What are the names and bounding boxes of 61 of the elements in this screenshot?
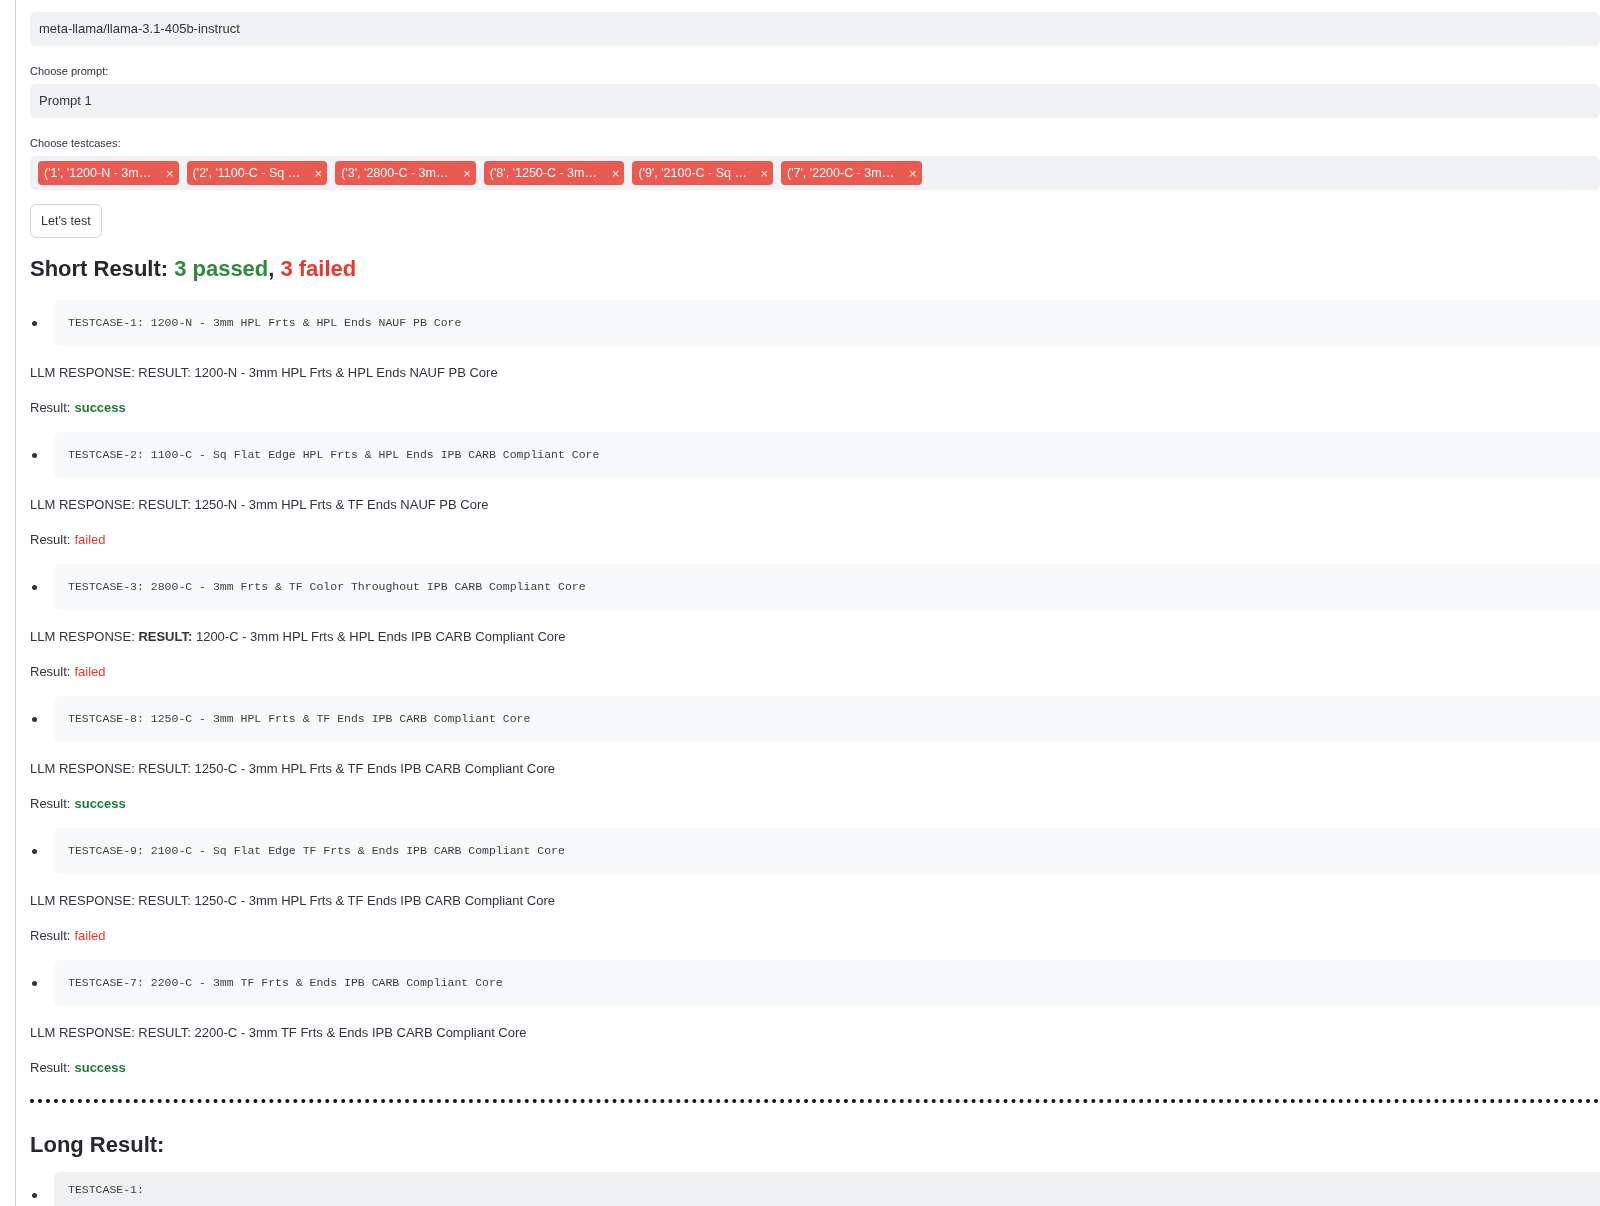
llm-response-text: LLM RESPONSE: RESULT: 1200-C - 3mm HPL Frts & HPL Ends IPB CARB Compliant Core	[30, 628, 567, 643]
testcase-code-block: TESTCASE-1: 1200-N - 3mm HPL Frts & HPL Ends NAUF PB Core	[54, 300, 1600, 346]
testcase-chip[interactable]: ('9', '2100-C - Sq … ×	[632, 161, 773, 185]
failed-count: 3 failed	[280, 254, 357, 283]
result-label: Result:	[30, 1059, 71, 1074]
testcase-multiselect[interactable]: ('1', '1200-N - 3m… × ('2', '1100-C - Sq … × ('3', '2800-C - 3m… × ('8', '1250-C - 3m… × ('9', '2100-C - Sq … × ('7', '2200-C - 3m… ×	[30, 156, 1600, 190]
remove-chip-button[interactable]: ×	[166, 166, 174, 180]
llm-response-text: LLM RESPONSE: RESULT: 1200-N - 3mm HPL Frts & HPL Ends NAUF PB Core	[30, 364, 499, 379]
testcase-code-block: TESTCASE-2: 1100-C - Sq Flat Edge HPL Frts & HPL Ends IPB CARB Compliant Core	[54, 432, 1600, 478]
bullet-icon	[32, 1193, 37, 1198]
remove-chip-button[interactable]: ×	[463, 166, 471, 180]
testcase-chip[interactable]: ('7', '2200-C - 3m… ×	[780, 161, 922, 185]
result-status: failed	[74, 663, 106, 678]
chip-label: ('7', '2200-C - 3m…	[786, 164, 896, 182]
result-label: Result:	[30, 531, 71, 546]
chip-label: ('9', '2100-C - Sq …	[638, 164, 748, 182]
remove-chip-button[interactable]: ×	[611, 166, 620, 180]
section-heading: Long Result:	[30, 1130, 166, 1159]
bullet-icon	[32, 980, 37, 986]
bullet-icon	[32, 848, 37, 854]
testcase-code-block: TESTCASE-1:	[54, 1172, 1600, 1206]
llm-response-text: LLM RESPONSE: RESULT: 1250-N - 3mm HPL Frts & TF Ends NAUF PB Core	[30, 496, 490, 511]
testcase-code-block: TESTCASE-8: 1250-C - 3mm HPL Frts & TF Ends IPB CARB Compliant Core	[54, 696, 1600, 742]
llm-response-text: LLM RESPONSE: RESULT: 1250-C - 3mm HPL Frts & TF Ends IPB CARB Compliant Core	[30, 760, 556, 775]
section-heading: Short Result:	[30, 254, 169, 283]
bullet-icon	[32, 320, 37, 326]
llm-response-text: LLM RESPONSE: RESULT: 1250-C - 3mm HPL Frts & TF Ends IPB CARB Compliant Core	[30, 892, 556, 907]
result-status: failed	[74, 927, 106, 942]
result-label: Result:	[30, 399, 71, 414]
testcase-chip[interactable]: ('3', '2800-C - 3m… ×	[335, 161, 476, 185]
chip-label: ('8', '1250-C - 3m…	[489, 164, 598, 182]
testcase-code-block: TESTCASE-7: 2200-C - 3mm TF Frts & Ends IPB CARB Compliant Core	[54, 960, 1600, 1006]
bullet-icon	[32, 452, 37, 458]
result-status: failed	[74, 531, 106, 546]
bullet-icon	[32, 716, 37, 722]
llm-response-text: LLM RESPONSE: RESULT: 2200-C - 3mm TF Frts & Ends IPB CARB Compliant Core	[30, 1024, 528, 1039]
testcase-code-block: TESTCASE-3: 2800-C - 3mm Frts & TF Color Throughout IPB CARB Compliant Core	[54, 564, 1600, 610]
remove-chip-button[interactable]: ×	[760, 166, 768, 180]
result-label: Result:	[30, 795, 71, 810]
field-label: Choose testcases:	[30, 136, 122, 149]
chip-label: ('3', '2800-C - 3m…	[341, 164, 450, 182]
remove-chip-button[interactable]: ×	[314, 166, 323, 180]
model-select[interactable]: meta-llama/llama-3.1-405b-instruct	[30, 12, 1600, 46]
testcase-chip[interactable]: ('8', '1250-C - 3m… ×	[483, 161, 625, 185]
testcase-code-block: TESTCASE-9: 2100-C - Sq Flat Edge TF Frts & Ends IPB CARB Compliant Core	[54, 828, 1600, 874]
result-label: Result:	[30, 663, 71, 678]
result-label: Result:	[30, 927, 71, 942]
chip-label: ('1', '1200-N - 3m…	[44, 164, 153, 182]
prompt-select[interactable]: Prompt 1	[30, 84, 1600, 118]
result-status: success	[74, 1059, 126, 1074]
field-label: Choose prompt:	[30, 64, 110, 77]
testcase-chip[interactable]: ('1', '1200-N - 3m… ×	[38, 161, 179, 185]
chip-label: ('2', '1100-C - Sq …	[192, 164, 302, 182]
heading-comma: ,	[268, 254, 275, 283]
result-status: success	[74, 399, 126, 414]
remove-chip-button[interactable]: ×	[908, 166, 917, 180]
testcase-chip[interactable]: ('2', '1100-C - Sq … ×	[186, 161, 328, 185]
result-status: success	[74, 795, 126, 810]
bullet-icon	[32, 584, 37, 590]
lets-test-button[interactable]: Let's test	[30, 204, 102, 238]
passed-count: 3 passed	[174, 254, 269, 283]
